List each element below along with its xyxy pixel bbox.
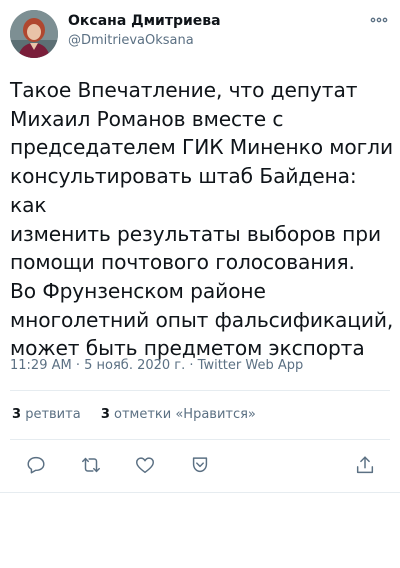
retweets-label: ретвита (25, 407, 81, 422)
likes-label: отметки «Нравится» (114, 407, 256, 422)
divider (10, 439, 390, 440)
divider (10, 390, 390, 391)
share-icon[interactable] (354, 454, 376, 476)
bookmark-icon[interactable] (189, 454, 211, 476)
reply-icon[interactable] (25, 454, 47, 476)
more-horizontal-icon[interactable] (368, 12, 390, 28)
likes-count: 3 (100, 407, 110, 422)
meta-separator: · (185, 358, 198, 373)
tweet-text: Такое Впечатление, что депутат Михаил Ро… (10, 78, 394, 361)
tweet-date[interactable]: 5 нояб. 2020 г. (84, 358, 185, 373)
tweet-source[interactable]: Twitter Web App (198, 358, 304, 373)
retweets-count: 3 (12, 407, 22, 422)
action-bar (0, 454, 400, 478)
author-handle[interactable]: @DmitrievaOksana (68, 33, 194, 48)
retweets-stat[interactable]: 3 ретвита (12, 407, 81, 422)
meta-separator: · (71, 358, 85, 373)
author-name[interactable]: Оксана Дмитриева (68, 13, 221, 29)
tweet-meta: 11:29 AM · 5 нояб. 2020 г. · Twitter Web… (10, 358, 303, 373)
tweet-time[interactable]: 11:29 AM (10, 358, 72, 373)
likes-stat[interactable]: 3 отметки «Нравится» (101, 407, 256, 422)
tweet-card: Оксана Дмитриева @DmitrievaOksana Такое … (0, 0, 400, 493)
avatar[interactable] (10, 10, 58, 58)
retweet-icon[interactable] (80, 454, 102, 476)
engagement-stats: 3 ретвита 3 отметки «Нравится» (12, 407, 272, 422)
heart-icon[interactable] (134, 454, 156, 476)
